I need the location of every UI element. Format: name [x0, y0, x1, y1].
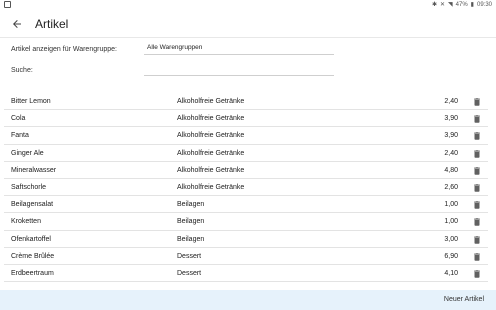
item-name: Crème Brûlée — [11, 252, 55, 260]
item-price: 1,00 — [444, 218, 458, 226]
item-name: Erdbeertraum — [11, 269, 54, 277]
item-group: Alkoholfreie Getränke — [177, 115, 245, 123]
table-row[interactable]: Ginger Ale Alkoholfreie Getränke 2,40 — [4, 145, 488, 162]
delete-button[interactable] — [472, 217, 482, 227]
item-price: 2,60 — [444, 183, 458, 191]
item-name: Beilagensalat — [11, 201, 54, 209]
delete-button[interactable] — [472, 131, 482, 141]
table-row[interactable]: Kroketten Beilagen 1,00 — [4, 213, 488, 231]
search-input[interactable] — [144, 63, 334, 76]
item-price: 3,90 — [444, 132, 458, 140]
table-row[interactable]: Mineralwasser Alkoholfreie Getränke 4,80 — [4, 162, 488, 179]
clock: 09:30 — [476, 2, 492, 8]
bottom-action-bar: Neuer Artikel — [0, 290, 496, 310]
trash-icon — [474, 201, 480, 209]
item-name: Fanta — [11, 132, 29, 140]
delete-button[interactable] — [472, 97, 482, 107]
battery-icon: ▮ — [470, 2, 474, 8]
trash-icon — [474, 98, 480, 106]
table-row[interactable]: Beilagensalat Beilagen 1,00 — [4, 196, 488, 214]
status-icons: ✱ ✕ ◥ 47% ▮ 09:30 — [432, 1, 492, 9]
app-bar: Artikel — [0, 10, 496, 38]
item-group: Dessert — [177, 269, 202, 277]
table-row[interactable]: Crème Brûlée Dessert 6,90 — [4, 248, 488, 265]
new-item-button[interactable]: Neuer Artikel — [444, 290, 484, 310]
trash-icon — [474, 270, 480, 278]
status-bar: ✱ ✕ ◥ 47% ▮ 09:30 — [0, 0, 496, 10]
item-name: Ginger Ale — [11, 149, 44, 157]
battery-text: 47% — [455, 2, 468, 8]
item-name: Cola — [11, 115, 26, 123]
item-group: Alkoholfreie Getränke — [177, 132, 245, 140]
delete-button[interactable] — [472, 235, 482, 245]
search-label: Suche: — [11, 67, 33, 74]
item-price: 4,80 — [444, 166, 458, 174]
table-row[interactable]: Bitter Lemon Alkoholfreie Getränke 2,40 — [4, 93, 488, 111]
item-price: 3,90 — [444, 115, 458, 123]
mute-icon: ✕ — [440, 2, 446, 8]
table-row[interactable]: Saftschorle Alkoholfreie Getränke 2,60 — [4, 179, 488, 197]
table-row[interactable]: Erdbeertraum Dessert 4,10 — [4, 265, 488, 283]
delete-button[interactable] — [472, 252, 482, 262]
notification-icon — [4, 1, 11, 8]
trash-icon — [474, 184, 480, 192]
table-row[interactable]: Fanta Alkoholfreie Getränke 3,90 — [4, 127, 488, 145]
item-group: Beilagen — [177, 201, 205, 209]
wifi-icon: ◥ — [448, 2, 453, 8]
item-group: Beilagen — [177, 235, 205, 243]
delete-button[interactable] — [472, 114, 482, 124]
trash-icon — [474, 149, 480, 158]
delete-button[interactable] — [472, 166, 482, 176]
item-price: 2,40 — [444, 98, 458, 105]
group-filter-label: Artikel anzeigen für Warengruppe: — [11, 46, 117, 53]
item-name: Kroketten — [11, 218, 41, 226]
item-group: Alkoholfreie Getränke — [177, 166, 245, 174]
item-name: Mineralwasser — [11, 166, 57, 174]
trash-icon — [474, 132, 480, 141]
delete-button[interactable] — [472, 200, 482, 210]
page-title: Artikel — [35, 17, 69, 31]
back-button[interactable] — [8, 15, 26, 33]
trash-icon — [474, 167, 480, 175]
item-price: 3,00 — [444, 235, 458, 243]
trash-icon — [474, 235, 480, 244]
item-name: Ofenkartoffel — [11, 235, 51, 243]
trash-icon — [474, 115, 480, 123]
item-table: Bitter Lemon Alkoholfreie Getränke 2,40 Col… — [0, 93, 496, 283]
arrow-back-icon — [13, 20, 21, 28]
table-row[interactable]: Cola Alkoholfreie Getränke 3,90 — [4, 110, 488, 128]
item-price: 6,90 — [444, 252, 458, 260]
item-name: Bitter Lemon — [11, 98, 51, 105]
delete-button[interactable] — [472, 149, 482, 159]
delete-button[interactable] — [472, 269, 482, 279]
trash-icon — [474, 252, 480, 261]
item-price: 2,40 — [444, 149, 458, 157]
item-name: Saftschorle — [11, 183, 47, 191]
item-group: Alkoholfreie Getränke — [177, 183, 245, 191]
group-filter-select[interactable]: Alle Warengruppen — [144, 42, 334, 55]
item-group: Dessert — [177, 252, 202, 260]
item-price: 4,10 — [444, 269, 458, 277]
item-group: Alkoholfreie Getränke — [177, 98, 245, 105]
table-row[interactable]: Ofenkartoffel Beilagen 3,00 — [4, 231, 488, 248]
trash-icon — [474, 218, 480, 227]
item-group: Beilagen — [177, 218, 205, 226]
delete-button[interactable] — [472, 183, 482, 193]
bluetooth-icon: ✱ — [431, 2, 437, 8]
item-group: Alkoholfreie Getränke — [177, 149, 245, 157]
item-price: 1,00 — [444, 201, 458, 209]
